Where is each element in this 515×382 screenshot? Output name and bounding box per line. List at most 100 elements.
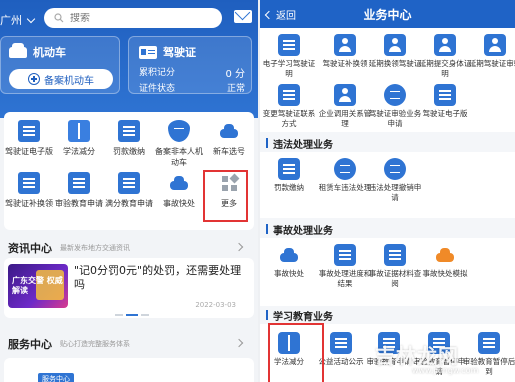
license-icon [139,45,157,59]
e-license-icon [434,84,456,106]
service-label: 延期驾驶证审验 [468,59,515,68]
section-header-violation: 违法处理业务 [260,134,515,152]
service-label: 事故快处 [274,269,304,278]
chevron-right-icon[interactable] [234,338,244,348]
service-label: 电子学习驾驶证明 [262,59,316,78]
accident-services-panel: 事故快处 事故处理进度和结果 事故证据材料查阅 事故快处模拟 [260,238,515,306]
service-label: 驾驶证补换领 [5,199,53,208]
review-icon [384,84,406,106]
service-label: 驾驶证补换领 [322,59,368,68]
screenshot-composite: 广州 机动车 备案机动车 驾驶证 [0,0,515,382]
driver-license-card[interactable]: 驾驶证 累积记分 0 分 证件状态 正常 [128,36,252,94]
service-item-license-replace[interactable]: 驾驶证补换领 [4,172,54,209]
service-item-accident-quick[interactable]: 事故快处 [154,172,204,209]
add-vehicle-label: 备案机动车 [44,75,94,87]
service-item-e-license[interactable]: 驾驶证电子版 [4,120,54,157]
rental-car-icon [334,158,356,180]
service-item[interactable]: 事故快处模拟 [416,244,474,279]
news-item[interactable]: 广东交警 权威解读 "记0分罚0元"的处罚，还需要处理吗 2022-03-03 [4,258,254,318]
add-vehicle-button[interactable]: 备案机动车 [9,69,113,89]
service-item[interactable]: 违法处理撤销申请 [366,158,424,203]
service-item[interactable]: 驾驶证电子版 [416,84,474,119]
search-input[interactable] [70,12,200,24]
book-icon [68,120,90,142]
status-label: 证件状态 [139,84,176,94]
home-screen: 广州 机动车 备案机动车 驾驶证 [0,0,258,382]
contact-icon [278,84,300,106]
service-label: 罚款缴纳 [113,147,145,156]
service-label: 违法处理撤销申请 [368,183,422,202]
service-item-pay-fine[interactable]: 罚款缴纳 [104,120,154,157]
points-value: 0 分 [225,69,245,80]
service-center-banner: 服务中心 [38,373,74,382]
service-label: 学法减分 [63,147,95,156]
accident-car-icon [278,244,300,266]
section-title: 违法处理业务 [273,139,333,151]
section-header-accident: 事故处理业务 [260,220,515,238]
service-item[interactable]: 事故快处 [260,244,318,279]
review-icon [68,172,90,194]
service-label: 延期换领驾驶证 [368,59,422,68]
service-label: 驾驶证电子版 [422,109,468,118]
service-item-full-points-education[interactable]: 满分教育申请 [104,172,154,209]
status-value: 正常 [226,84,245,94]
service-center-header: 服务中心 贴心打造完整服务体系 [8,336,130,352]
service-item[interactable]: 变更驾驶证联系方式 [260,84,318,129]
service-item[interactable]: 延期驾驶证审验 [466,34,515,69]
motor-vehicle-card[interactable]: 机动车 备案机动车 [0,36,120,94]
public-activity-icon [330,332,352,354]
service-label: 新车选号 [213,147,245,156]
enterprise-icon [334,84,356,106]
service-label: 罚款缴纳 [274,183,304,192]
motor-vehicle-title: 机动车 [9,42,66,60]
license-label: 驾驶证 [163,46,196,59]
section-title: 学习教育业务 [273,311,333,323]
news-headline: "记0分罚0元"的处罚，还需要处理吗 [74,264,242,291]
resume-icon [478,332,500,354]
service-label: 驾驶证审验业务申请 [368,109,422,128]
evidence-icon [384,244,406,266]
service-item[interactable]: 罚款缴纳 [260,158,318,193]
fine-icon [118,120,140,142]
service-center-title: 服务中心 [8,338,52,351]
service-label: 企业调用关系管理 [318,109,372,128]
service-label: 审验教育申请 [55,199,103,208]
news-thumb-text: 广东交警 权威解读 [12,276,63,295]
status-row: 证件状态 正常 [139,81,245,94]
service-label: 事故快处 [163,199,195,208]
city-selector[interactable]: 广州 [0,12,36,28]
search-bar[interactable] [44,8,222,28]
watermark: 吉林龙网 [375,344,459,368]
service-item-study-points[interactable]: 学法减分 [54,120,104,157]
service-label: 变更驾驶证联系方式 [262,109,316,128]
user-icon [484,34,506,56]
car-icon [218,120,240,142]
news-section-sub: 最新发布地方交通资讯 [60,244,130,252]
service-item-new-plate[interactable]: 新车选号 [204,120,254,157]
section-header-education: 学习教育业务 [260,306,515,324]
city-label: 广州 [0,14,22,27]
service-label: 租赁车违法处理 [318,183,372,192]
user-icon [334,34,356,56]
license-services-panel: 电子学习驾驶证明 驾驶证补换领 延期换领驾驶证 延期提交身体证明 延期驾驶证审验… [260,28,515,132]
search-icon [54,13,64,23]
revoke-icon [384,158,406,180]
progress-icon [334,244,356,266]
service-label: 公益活动公示 [318,357,364,366]
service-item-register-vehicle[interactable]: 备案非本人机动车 [154,120,204,168]
service-item-review-education[interactable]: 审验教育申请 [54,172,104,209]
mail-icon[interactable] [234,10,252,23]
study-points-highlight [268,323,324,382]
nav-bar: 返回 业务中心 [260,0,515,28]
license-replace-icon [18,172,40,194]
service-center-sub: 贴心打造完整服务体系 [60,340,130,348]
service-item[interactable]: 电子学习驾驶证明 [260,34,318,79]
service-label: 事故证据材料查阅 [368,269,422,288]
page-title: 业务中心 [363,8,412,22]
chevron-right-icon[interactable] [234,242,244,252]
violation-services-panel: 罚款缴纳 租赁车违法处理 违法处理撤销申请 [260,152,515,218]
service-label: 延期提交身体证明 [418,59,472,78]
accident-car-icon [168,172,190,194]
service-label: 满分教育申请 [105,199,153,208]
license-title: 驾驶证 [139,44,196,60]
